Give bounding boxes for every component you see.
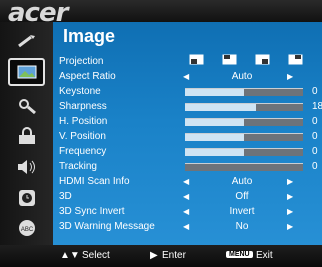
3d-sync-invert-row[interactable]: 3D Sync Invert ◀ Invert ▶	[59, 205, 322, 218]
arrow-right-icon[interactable]: ▶	[287, 175, 293, 188]
slider-value: 0	[312, 146, 318, 157]
slider-value: 18	[312, 101, 322, 112]
select-hint: Select	[82, 250, 110, 261]
frequency-slider[interactable]	[185, 148, 303, 156]
aspect-ratio-row[interactable]: Aspect Ratio ◀ Auto ▶	[59, 70, 322, 83]
projection-rear-ceiling-icon[interactable]	[288, 54, 303, 65]
slider-fill	[185, 149, 244, 156]
hdmi-scan-info-value: Auto	[231, 176, 253, 187]
arrow-right-icon[interactable]: ▶	[287, 205, 293, 218]
row-label: H. Position	[59, 116, 108, 127]
slider-fill	[185, 104, 256, 111]
sharpness-slider[interactable]	[185, 103, 303, 111]
row-label: Aspect Ratio	[59, 71, 116, 82]
projection-ceiling-icon[interactable]	[222, 54, 237, 65]
arrow-left-icon[interactable]: ◀	[183, 175, 189, 188]
3d-value: Off	[235, 191, 249, 202]
top-bar: acer	[0, 0, 322, 28]
frequency-row[interactable]: Frequency 0	[59, 145, 322, 158]
3d-warning-message-value: No	[235, 221, 249, 232]
row-label: Projection	[59, 56, 104, 67]
slider-fill	[185, 89, 244, 96]
row-label: 3D Warning Message	[59, 221, 155, 232]
row-label: Frequency	[59, 146, 107, 157]
sidebar: ABC	[0, 22, 53, 245]
speaker-icon[interactable]	[10, 156, 43, 178]
3d-warning-message-row[interactable]: 3D Warning Message ◀ No ▶	[59, 220, 322, 233]
svg-text:ABC: ABC	[20, 227, 33, 233]
exit-hint: Exit	[256, 250, 273, 261]
tools-icon[interactable]	[10, 94, 43, 116]
page-title: Image	[63, 26, 116, 46]
abc-language-icon[interactable]: ABC	[10, 217, 43, 239]
row-label: Keystone	[59, 86, 101, 97]
enter-hint: Enter	[162, 250, 186, 261]
slider-fill	[185, 119, 244, 126]
keystone-row[interactable]: Keystone 0	[59, 85, 322, 98]
image-icon[interactable]	[8, 58, 45, 86]
hdmi-scan-info-row[interactable]: HDMI Scan Info ◀ Auto ▶	[59, 175, 322, 188]
menu-key-icon: MENU	[226, 251, 253, 258]
v-position-row[interactable]: V. Position 0	[59, 130, 322, 143]
slider-value: 0	[312, 86, 318, 97]
sharpness-row[interactable]: Sharpness 18	[59, 100, 322, 113]
keystone-slider[interactable]	[185, 88, 303, 96]
row-label: 3D	[59, 191, 72, 202]
h-position-slider[interactable]	[185, 118, 303, 126]
arrow-right-icon[interactable]: ▶	[287, 70, 293, 83]
arrow-left-icon[interactable]: ◀	[183, 205, 189, 218]
arrow-left-icon[interactable]: ◀	[183, 190, 189, 203]
h-position-row[interactable]: H. Position 0	[59, 115, 322, 128]
slider-value: 0	[312, 116, 318, 127]
aspect-ratio-value: Auto	[231, 71, 253, 82]
projection-front-icon[interactable]	[189, 54, 204, 65]
up-down-icon: ▲▼	[60, 250, 80, 261]
arrow-left-icon[interactable]: ◀	[183, 70, 189, 83]
3d-row[interactable]: 3D ◀ Off ▶	[59, 190, 322, 203]
row-label: 3D Sync Invert	[59, 206, 125, 217]
enter-arrow-icon: ▶	[150, 250, 158, 261]
v-position-slider[interactable]	[185, 133, 303, 141]
3d-sync-invert-value: Invert	[229, 206, 255, 217]
row-label: Tracking	[59, 161, 97, 172]
tracking-slider[interactable]	[185, 163, 303, 171]
row-label: HDMI Scan Info	[59, 176, 130, 187]
slider-value: 0	[312, 161, 318, 172]
slider-value: 0	[312, 131, 318, 142]
lock-icon[interactable]	[10, 125, 43, 147]
arrow-right-icon[interactable]: ▶	[287, 190, 293, 203]
wand-icon[interactable]	[10, 30, 43, 52]
projection-row[interactable]: Projection	[59, 54, 322, 68]
tracking-row[interactable]: Tracking 0	[59, 160, 322, 173]
osd-menu: acer ABC Image Projection Aspect Ratio ◀…	[0, 0, 322, 267]
footer-help-bar: ▲▼ Select ▶ Enter MENU Exit	[0, 245, 322, 267]
image-panel: Image Projection Aspect Ratio ◀ Auto ▶ K…	[53, 22, 322, 245]
arrow-right-icon[interactable]: ▶	[287, 220, 293, 233]
slider-fill	[185, 134, 244, 141]
row-label: Sharpness	[59, 101, 107, 112]
arrow-left-icon[interactable]: ◀	[183, 220, 189, 233]
row-label: V. Position	[59, 131, 106, 142]
projection-rear-icon[interactable]	[255, 54, 270, 65]
clock-icon[interactable]	[10, 187, 43, 209]
